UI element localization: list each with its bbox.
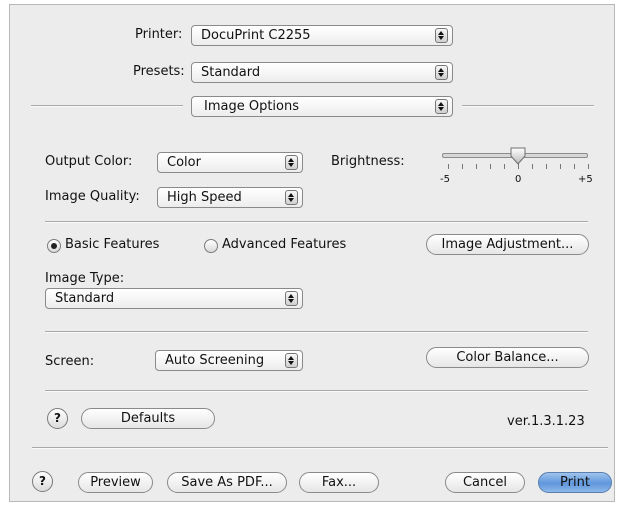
slider-tick xyxy=(546,164,547,169)
slider-tick xyxy=(532,164,533,169)
print-dialog: Printer: DocuPrint C2255 Presets: Standa… xyxy=(9,4,615,502)
defaults-button[interactable]: Defaults xyxy=(81,408,215,429)
slider-tick xyxy=(588,164,589,169)
cancel-button[interactable]: Cancel xyxy=(445,472,525,493)
presets-label: Presets: xyxy=(133,64,185,79)
slider-tick xyxy=(462,164,463,169)
brightness-label: Brightness: xyxy=(331,154,405,169)
pane-separator-right xyxy=(462,105,594,107)
section-separator xyxy=(45,390,588,392)
advanced-features-label[interactable]: Advanced Features xyxy=(222,237,346,252)
image-type-popup[interactable]: Standard xyxy=(45,288,303,309)
image-quality-value: High Speed xyxy=(167,190,242,205)
image-quality-label: Image Quality: xyxy=(45,189,140,204)
pane-separator-left xyxy=(31,105,183,107)
popup-arrows-icon xyxy=(285,155,298,170)
slider-thumb[interactable] xyxy=(509,147,527,165)
pane-popup-value: Image Options xyxy=(204,99,300,114)
brightness-slider[interactable]: -5 0 +5 xyxy=(438,147,594,197)
basic-features-label[interactable]: Basic Features xyxy=(65,237,159,252)
popup-arrows-icon xyxy=(285,291,298,306)
advanced-features-radio[interactable] xyxy=(204,239,218,253)
screen-popup[interactable]: Auto Screening xyxy=(155,350,303,371)
color-balance-button[interactable]: Color Balance... xyxy=(426,347,589,368)
slider-tick xyxy=(490,164,491,169)
basic-features-radio[interactable] xyxy=(47,239,61,253)
screen-popup-value: Auto Screening xyxy=(165,353,265,368)
popup-arrows-icon xyxy=(285,190,298,205)
save-as-pdf-button[interactable]: Save As PDF... xyxy=(167,472,287,493)
preview-button[interactable]: Preview xyxy=(78,472,153,493)
presets-popup[interactable]: Standard xyxy=(191,62,453,83)
print-button[interactable]: Print xyxy=(538,472,612,493)
popup-arrows-icon xyxy=(435,28,448,43)
slider-tick xyxy=(476,164,477,169)
output-color-popup[interactable]: Color xyxy=(157,152,303,173)
brightness-max-label: +5 xyxy=(578,174,593,185)
section-separator xyxy=(45,331,588,333)
presets-popup-value: Standard xyxy=(201,65,261,80)
printer-label: Printer: xyxy=(135,27,183,42)
image-type-value: Standard xyxy=(55,291,115,306)
image-adjustment-button[interactable]: Image Adjustment... xyxy=(426,234,589,255)
section-separator xyxy=(45,221,588,223)
brightness-mid-label: 0 xyxy=(515,174,522,185)
slider-tick xyxy=(560,164,561,169)
pane-popup[interactable]: Image Options xyxy=(191,96,453,117)
popup-arrows-icon xyxy=(435,99,448,114)
popup-arrows-icon xyxy=(285,353,298,368)
slider-tick xyxy=(504,164,505,169)
image-quality-popup[interactable]: High Speed xyxy=(157,187,303,208)
output-color-value: Color xyxy=(167,155,201,170)
output-color-label: Output Color: xyxy=(45,154,133,169)
slider-tick xyxy=(574,164,575,169)
footer-help-button[interactable]: ? xyxy=(32,471,53,492)
help-button[interactable]: ? xyxy=(47,408,68,429)
popup-arrows-icon xyxy=(435,65,448,80)
fax-button[interactable]: Fax... xyxy=(299,472,379,493)
screen-label: Screen: xyxy=(45,354,95,369)
footer-separator xyxy=(32,447,608,449)
version-text: ver.1.3.1.23 xyxy=(507,414,585,429)
printer-popup[interactable]: DocuPrint C2255 xyxy=(191,25,453,46)
brightness-min-label: -5 xyxy=(440,174,450,185)
image-type-label: Image Type: xyxy=(45,271,125,286)
printer-popup-value: DocuPrint C2255 xyxy=(201,28,311,43)
slider-tick xyxy=(448,164,449,169)
